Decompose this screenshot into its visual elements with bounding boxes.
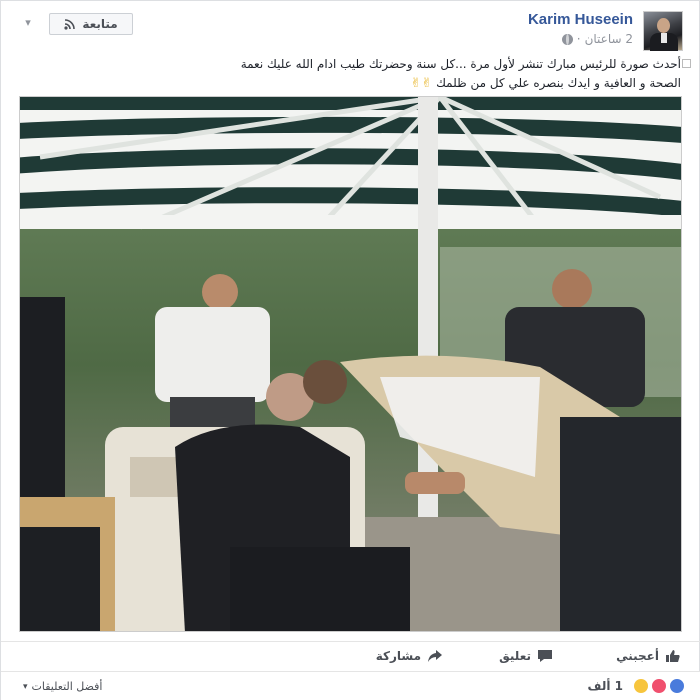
share-arrow-icon bbox=[427, 649, 443, 663]
post-meta: 2 ساعتان · bbox=[561, 32, 633, 46]
share-label: مشاركة bbox=[375, 649, 421, 663]
comment-icon bbox=[537, 649, 553, 663]
chevron-down-icon[interactable]: ▾ bbox=[21, 16, 35, 30]
comment-button[interactable]: تعليق bbox=[499, 649, 553, 663]
globe-icon[interactable] bbox=[561, 33, 573, 45]
caret-down-icon: ▾ bbox=[23, 681, 28, 692]
umbrella-canopy bbox=[20, 97, 681, 230]
thumbs-up-icon bbox=[665, 649, 681, 663]
follow-label: متابعة bbox=[82, 17, 118, 31]
post-header: Karim Huseein 2 ساعتان · متابعة ▾ bbox=[1, 1, 700, 51]
reaction-count: 1 ألف bbox=[587, 679, 623, 693]
post-text-line-1: أحدث صورة للرئيس مبارك تنشر لأول مرة ...… bbox=[240, 57, 681, 71]
reaction-summary[interactable]: 1 ألف bbox=[588, 678, 685, 694]
checkbox-icon bbox=[682, 59, 691, 68]
avatar-shirt bbox=[661, 33, 667, 43]
share-button[interactable]: مشاركة bbox=[376, 649, 443, 663]
sort-label: أفضل التعليقات bbox=[31, 680, 103, 693]
haha-reaction-icon bbox=[633, 678, 649, 694]
comment-label: تعليق bbox=[499, 649, 531, 663]
post-text-line-2: الصحة و العافية و ايدك بنصره علي كل من ظ… bbox=[61, 74, 681, 93]
meta-separator: · bbox=[576, 32, 581, 46]
comment-sort-dropdown[interactable]: أفضل التعليقات ▾ bbox=[23, 680, 102, 693]
post-text-line-2-text: الصحة و العافية و ايدك بنصره علي كل من ظ… bbox=[436, 76, 681, 90]
like-reaction-icon bbox=[669, 678, 685, 694]
post-card: Karim Huseein 2 ساعتان · متابعة ▾ أحدث ص… bbox=[0, 0, 700, 700]
reaction-bar: 1 ألف أفضل التعليقات ▾ bbox=[1, 671, 700, 700]
rss-icon bbox=[64, 18, 76, 30]
victory-emoji-icon: ✌✌ bbox=[410, 76, 433, 91]
follow-button[interactable]: متابعة bbox=[49, 13, 133, 35]
avatar-face bbox=[657, 18, 670, 33]
like-label: أعجبني bbox=[616, 649, 659, 663]
post-text: أحدث صورة للرئيس مبارك تنشر لأول مرة ...… bbox=[61, 55, 681, 93]
post-time[interactable]: 2 ساعتان bbox=[585, 32, 633, 46]
post-photo[interactable] bbox=[19, 96, 682, 632]
author-name[interactable]: Karim Huseein bbox=[528, 11, 633, 28]
author-avatar[interactable] bbox=[643, 11, 683, 51]
action-bar: أعجبني تعليق مشاركة bbox=[1, 641, 700, 669]
like-button[interactable]: أعجبني bbox=[616, 649, 681, 663]
love-reaction-icon bbox=[651, 678, 667, 694]
